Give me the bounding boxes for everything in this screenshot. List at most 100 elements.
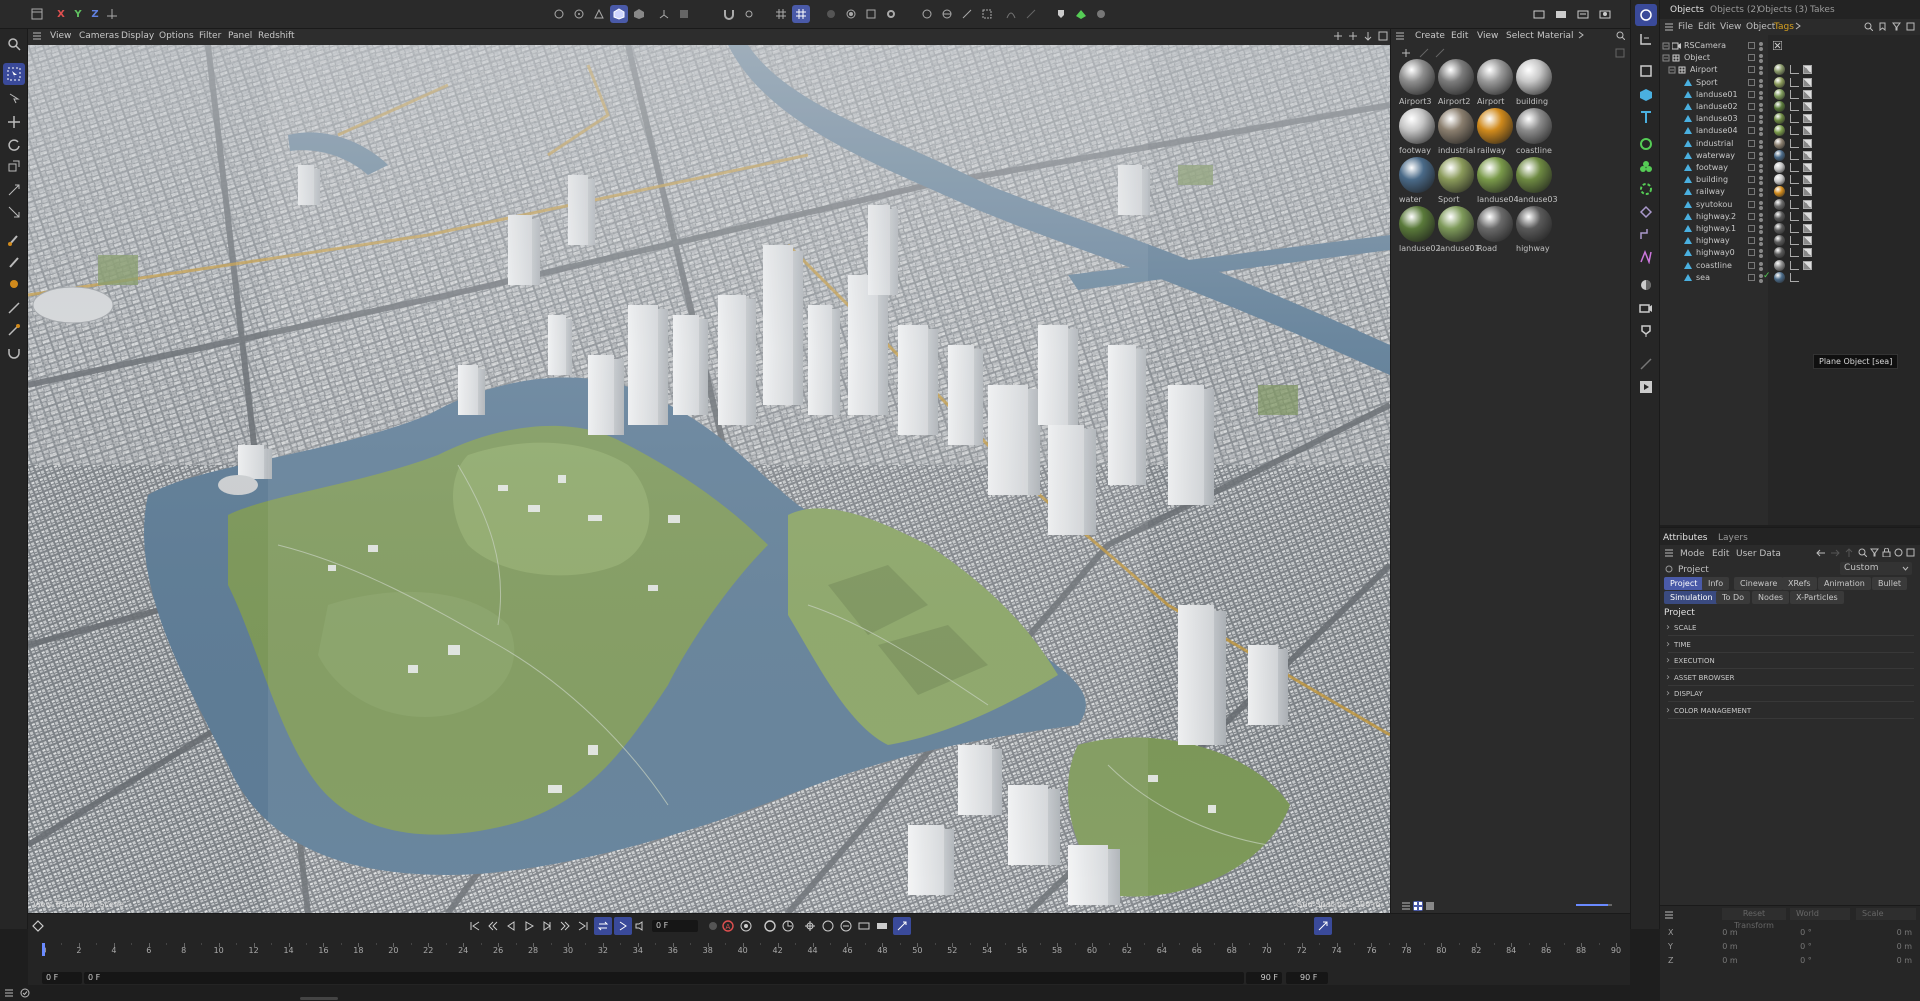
playhead[interactable] (42, 943, 45, 956)
texture-tag[interactable] (1803, 89, 1812, 99)
material-tag[interactable] (1774, 125, 1785, 137)
preview-max-field[interactable]: 90 F (1246, 972, 1282, 984)
axis-z-toggle[interactable]: Z (86, 5, 104, 23)
plane-icon[interactable] (1635, 60, 1657, 82)
loop-icon[interactable] (594, 917, 612, 935)
viewport-menu-filter[interactable]: Filter (199, 31, 221, 41)
hamburger-icon[interactable] (1664, 910, 1674, 920)
attr-section-header[interactable]: TIME (1666, 639, 1691, 650)
coord-rotation-field[interactable]: 0 ° (1776, 928, 1836, 937)
go-to-end-icon[interactable] (578, 921, 588, 931)
texture-tag[interactable] (1803, 163, 1812, 172)
attr-section-header[interactable]: EXECUTION (1666, 655, 1715, 666)
phong-tag[interactable] (1790, 260, 1799, 270)
phong-tag[interactable] (1790, 248, 1799, 258)
material-tag[interactable] (1774, 64, 1785, 76)
hamburger-icon[interactable] (4, 988, 14, 998)
hamburger-icon[interactable] (32, 31, 42, 41)
snap-settings-icon[interactable] (740, 5, 758, 23)
viewport-menu-redshift[interactable]: Redshift (258, 31, 295, 41)
attr-tab-pill[interactable]: Project (1664, 577, 1704, 590)
render-settings-icon[interactable] (862, 5, 880, 23)
workplane-icon[interactable] (792, 5, 810, 23)
visibility-checkbox[interactable] (1748, 139, 1755, 147)
motion-record-icon[interactable] (858, 920, 870, 932)
hamburger-icon[interactable] (1664, 548, 1674, 558)
large-icons-view-icon[interactable] (1425, 901, 1435, 911)
hamburger-icon[interactable] (1395, 31, 1405, 41)
keyframe-diamond-icon[interactable] (32, 920, 44, 932)
expand-icon[interactable] (1906, 548, 1915, 557)
next-key-icon[interactable] (560, 921, 570, 931)
snap-magnet-icon[interactable] (720, 5, 738, 23)
coordinate-system-icon[interactable] (103, 5, 121, 23)
viewport-menu-display[interactable]: Display (121, 31, 154, 41)
reset-transform-button[interactable]: Reset Transform (1722, 908, 1786, 930)
scale-model-icon[interactable] (3, 201, 25, 223)
material-expand-icon[interactable] (1615, 48, 1625, 58)
forward-arrow-icon[interactable] (1830, 548, 1840, 558)
object-manager-icon[interactable] (1635, 28, 1657, 50)
transform-tool-icon[interactable] (3, 179, 25, 201)
expand-toggle-icon[interactable] (1668, 66, 1676, 74)
text-icon[interactable] (1635, 106, 1657, 128)
record-parameters-icon[interactable] (822, 920, 834, 932)
visibility-checkbox[interactable] (1748, 164, 1755, 171)
editor-visibility-dot[interactable] (1759, 66, 1763, 71)
viewport-maximize-icon[interactable] (1378, 31, 1388, 41)
go-to-start-icon[interactable] (470, 921, 480, 931)
editor-visibility-dot[interactable] (1759, 42, 1763, 46)
playback-rate-icon[interactable] (614, 917, 632, 935)
coord-position-field[interactable]: 0 m (1700, 928, 1760, 937)
phong-tag[interactable] (1790, 150, 1799, 160)
magnet-tool-icon[interactable] (3, 341, 25, 363)
visibility-checkbox[interactable] (1748, 200, 1755, 208)
select-tool-icon[interactable] (3, 63, 25, 85)
texture-tag[interactable] (1803, 175, 1812, 185)
texture-tag[interactable] (1803, 65, 1812, 75)
material-menu-edit[interactable]: Edit (1451, 31, 1468, 41)
visibility-checkbox[interactable] (1748, 225, 1755, 232)
phong-tag[interactable] (1790, 211, 1799, 221)
object-menu-tags[interactable]: Tags (1774, 22, 1794, 32)
scale-tool-icon[interactable] (3, 155, 25, 177)
record-scale-icon[interactable] (804, 920, 816, 932)
editor-visibility-dot[interactable] (1759, 188, 1763, 193)
material-tag[interactable] (1774, 247, 1785, 259)
editor-visibility-dot[interactable] (1759, 164, 1763, 168)
deformer-bend-icon[interactable] (1635, 246, 1657, 268)
enabled-check-icon[interactable]: ✓ (1763, 271, 1771, 281)
previous-frame-icon[interactable] (506, 921, 516, 931)
play-icon[interactable] (524, 921, 534, 931)
texture-tag[interactable] (1803, 126, 1812, 136)
move-tool-icon[interactable] (3, 111, 25, 133)
viewport-move-icon[interactable] (1348, 31, 1358, 41)
visibility-checkbox[interactable] (1748, 78, 1755, 86)
search-icon[interactable] (1616, 31, 1625, 40)
deformer-icon[interactable] (1002, 5, 1020, 23)
material-menu-create[interactable]: Create (1415, 31, 1445, 41)
edges-mode-icon[interactable] (590, 5, 608, 23)
phong-tag[interactable] (1790, 224, 1799, 233)
editor-visibility-dot[interactable] (1759, 90, 1763, 95)
camera-icon[interactable] (1635, 297, 1657, 319)
viewport-menu-panel[interactable]: Panel (228, 31, 252, 41)
preview-range-bar[interactable]: 0 F (84, 972, 1244, 984)
editor-visibility-dot[interactable] (1759, 115, 1763, 120)
coord-scale-field[interactable]: 0 m (1852, 956, 1912, 965)
attr-tab-pill[interactable]: Info (1702, 577, 1730, 590)
object-row[interactable]: sea ✓ (1660, 271, 1920, 286)
phong-tag[interactable] (1790, 89, 1799, 99)
tab-objects-3[interactable]: Objects (3) (1758, 5, 1808, 15)
editor-visibility-dot[interactable] (1759, 237, 1763, 242)
cube-primitive-icon[interactable] (918, 5, 936, 23)
texture-tag[interactable] (1803, 260, 1812, 270)
phong-tag[interactable] (1790, 114, 1799, 124)
previous-key-icon[interactable] (488, 921, 498, 931)
material-tag[interactable] (1774, 137, 1785, 149)
render-queue-icon[interactable] (1574, 5, 1592, 23)
hamburger-icon[interactable] (1664, 22, 1674, 32)
editor-visibility-dot[interactable] (1759, 200, 1763, 205)
edit-render-settings-icon[interactable] (1596, 5, 1614, 23)
material-tag[interactable] (1774, 259, 1785, 271)
